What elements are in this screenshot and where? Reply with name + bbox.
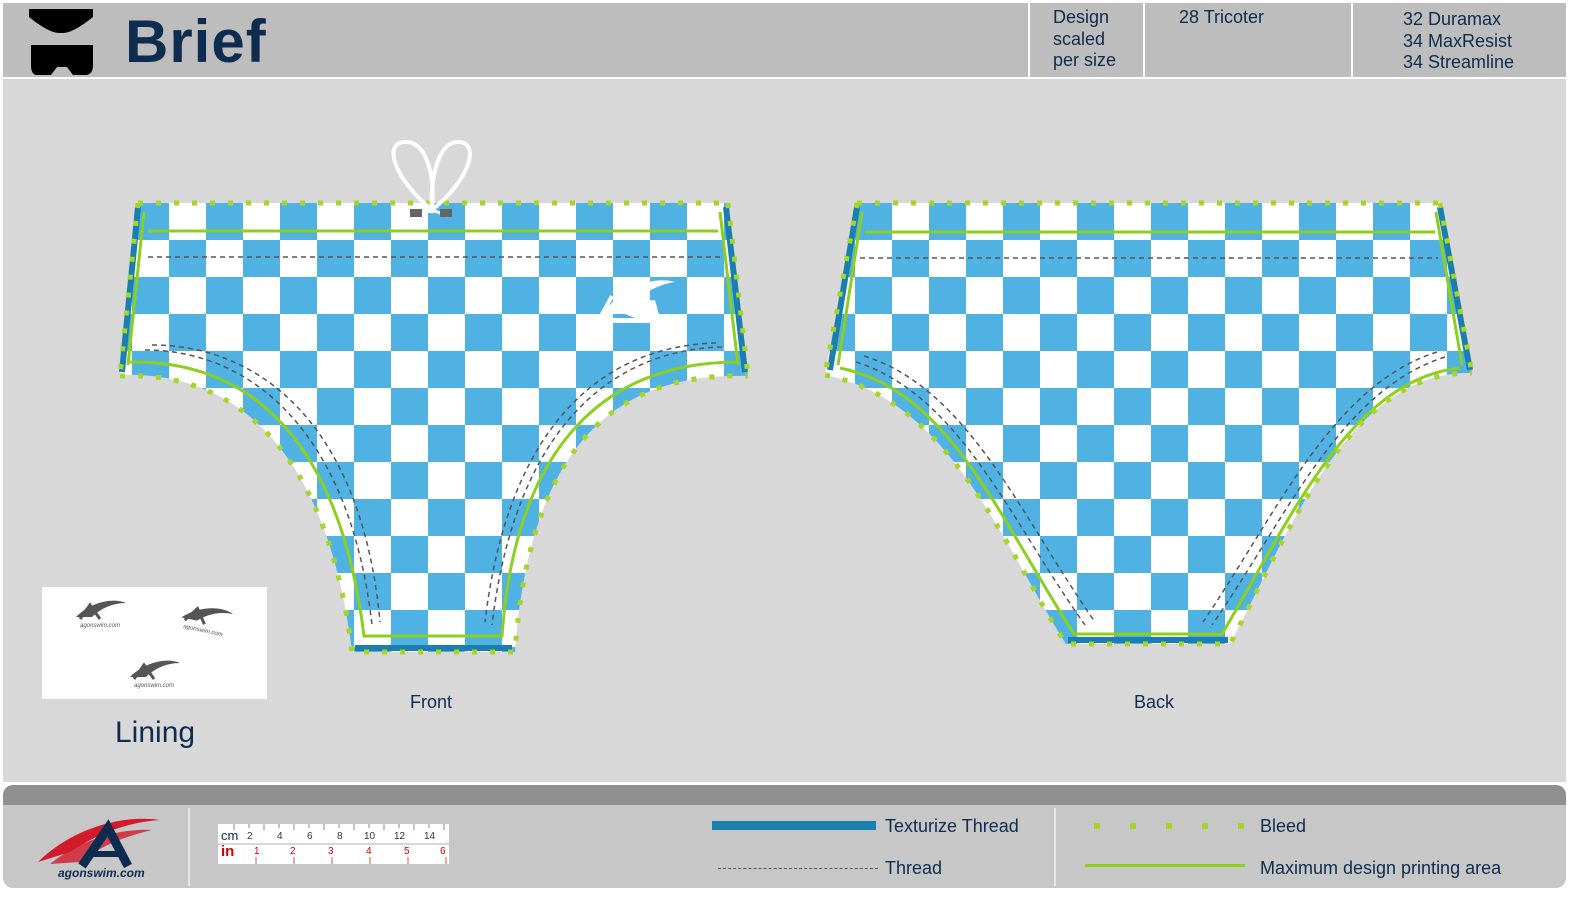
svg-text:agonswim.com: agonswim.com [134, 683, 174, 689]
agon-logo-icon: agonswim.com [130, 660, 180, 689]
texturize-thread-swatch [712, 821, 876, 830]
footer-divider [1054, 808, 1056, 886]
agon-logo-icon: agonswim.com [76, 600, 126, 629]
svg-text:agonswim.com: agonswim.com [80, 623, 120, 629]
footer-divider [188, 808, 190, 886]
footer-strip [3, 785, 1566, 805]
lining-preview[interactable]: agonswim.com agonswim.com agonswim.com [42, 587, 267, 699]
bleed-swatch [1094, 823, 1246, 829]
legend-texturize-thread: Texturize Thread [885, 816, 1019, 836]
max-area-swatch [1085, 864, 1245, 867]
agonswim-brand-logo: agonswim.com [30, 810, 180, 882]
legend-bleed: Bleed [1260, 816, 1307, 836]
thread-swatch [718, 868, 878, 869]
garment-pattern-canvas [117, 139, 1475, 655]
back-brief-piece[interactable] [822, 200, 1475, 647]
front-label: Front [410, 692, 453, 712]
front-brief-piece[interactable] [117, 139, 751, 655]
legend-thread: Thread [885, 858, 943, 878]
back-label: Back [1134, 692, 1175, 712]
agon-logo-icon: agonswim.com [181, 605, 234, 638]
svg-text:agonswim.com: agonswim.com [183, 624, 223, 638]
legend-max-area: Maximum design printing area [1260, 858, 1502, 878]
measurement-ruler: cm 2 4 6 8 10 12 14 in 1 2 3 4 5 6 [218, 824, 449, 864]
lining-label: Lining [115, 716, 196, 749]
lining-logos: agonswim.com agonswim.com agonswim.com [76, 600, 234, 689]
